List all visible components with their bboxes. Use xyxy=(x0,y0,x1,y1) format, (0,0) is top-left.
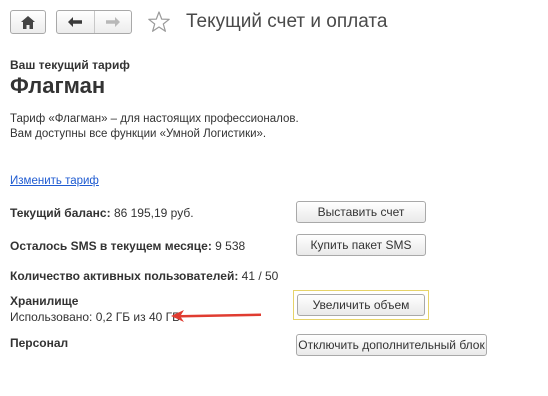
back-button[interactable] xyxy=(57,11,94,33)
sms-value: 9 538 xyxy=(211,239,246,253)
arrow-left-icon xyxy=(68,17,83,27)
issue-invoice-button[interactable]: Выставить счет xyxy=(296,201,426,223)
users-row: Количество активных пользователей: 41 / … xyxy=(10,269,278,283)
balance-row: Текущий баланс: 86 195,19 руб. xyxy=(10,206,194,220)
buy-sms-button[interactable]: Купить пакет SMS xyxy=(296,234,426,256)
home-button[interactable] xyxy=(10,10,46,34)
sms-label: Осталось SMS в текущем месяце: xyxy=(10,239,212,253)
arrow-left-icon xyxy=(171,310,261,322)
tariff-heading: Ваш текущий тариф xyxy=(10,58,130,72)
page-title: Текущий счет и оплата xyxy=(186,11,388,32)
storage-usage: Использовано: 0,2 ГБ из 40 ГБ xyxy=(10,310,181,324)
forward-button[interactable] xyxy=(93,11,132,33)
balance-label: Текущий баланс: xyxy=(10,206,111,220)
history-navigation xyxy=(56,10,132,34)
increase-storage-button[interactable]: Увеличить объем xyxy=(297,294,425,316)
personal-label: Персонал xyxy=(10,336,69,350)
page: Текущий счет и оплата Ваш текущий тариф … xyxy=(0,0,548,396)
users-label: Количество активных пользователей: xyxy=(10,269,239,283)
home-icon xyxy=(21,15,35,29)
sms-row: Осталось SMS в текущем месяце: 9 538 xyxy=(10,239,245,253)
star-icon[interactable] xyxy=(147,10,171,34)
tariff-description: Тариф «Флагман» – для настоящих професси… xyxy=(10,113,299,140)
tariff-name: Флагман xyxy=(10,73,106,98)
balance-value: 86 195,19 руб. xyxy=(110,206,194,220)
arrow-right-icon xyxy=(105,17,120,27)
storage-label: Хранилище xyxy=(10,294,79,308)
disable-block-button[interactable]: Отключить дополнительный блок xyxy=(296,334,487,356)
users-value: 41 / 50 xyxy=(238,269,279,283)
change-tariff-link[interactable]: Изменить тариф xyxy=(10,175,99,187)
